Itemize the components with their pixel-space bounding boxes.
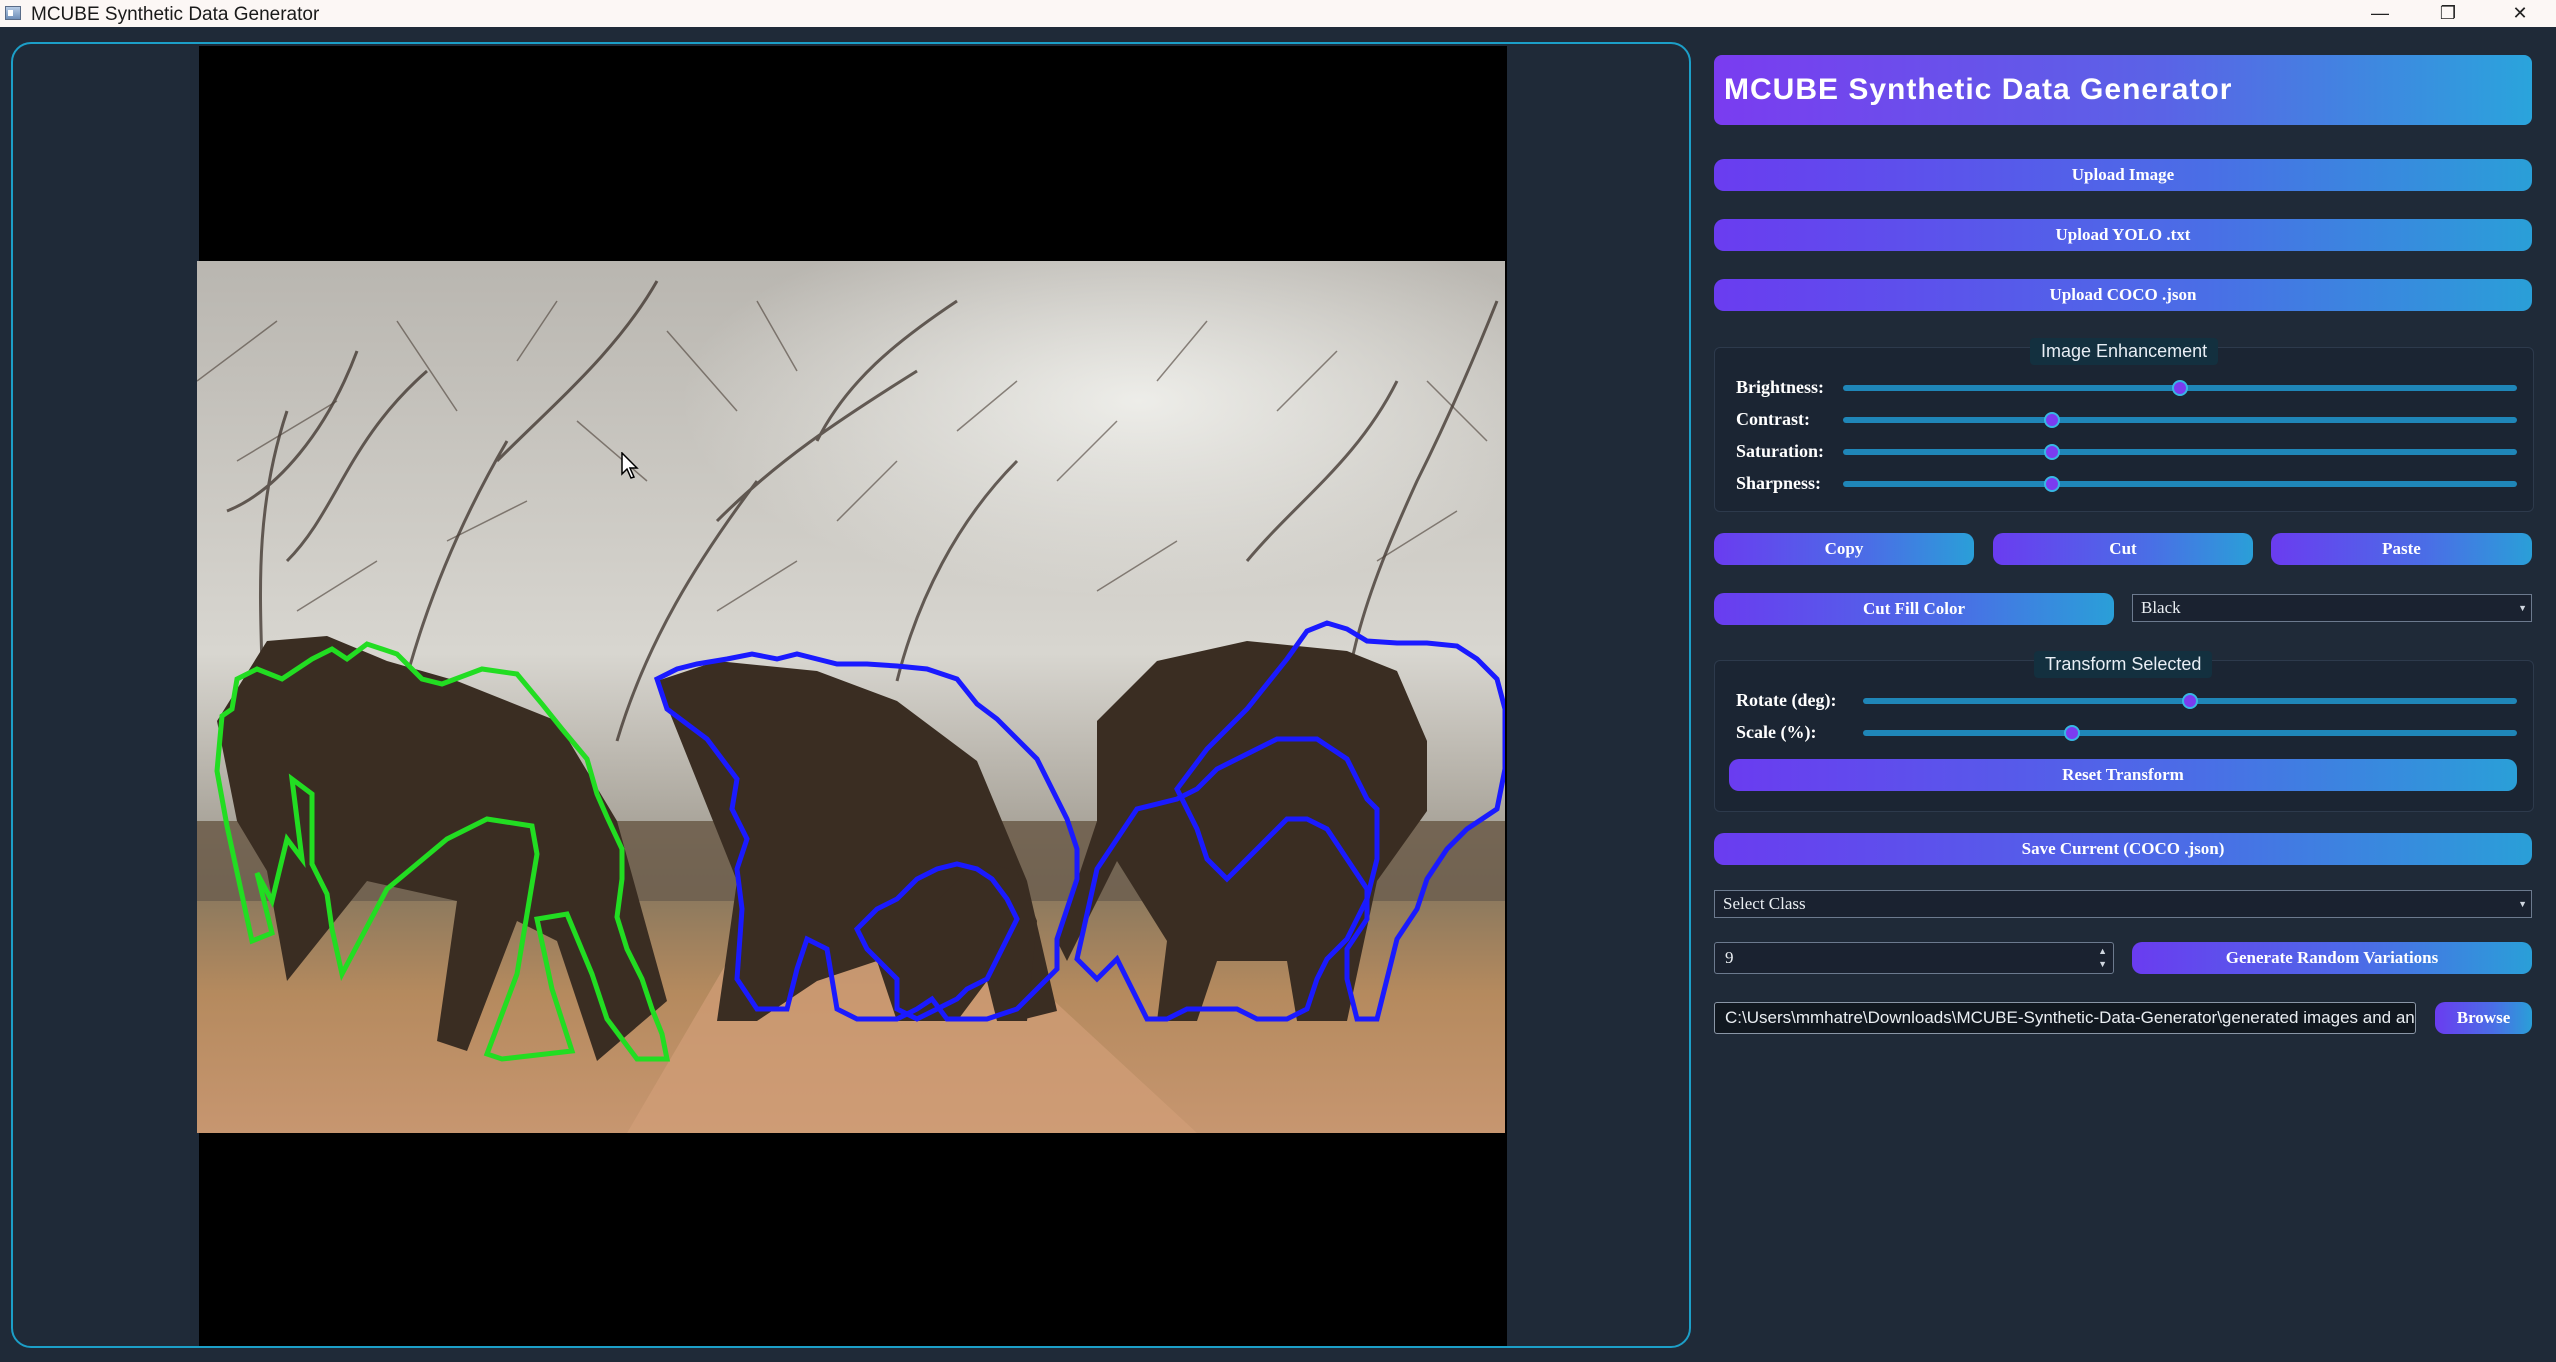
cut-fill-color-button[interactable]: Cut Fill Color bbox=[1714, 593, 2114, 625]
window-title: MCUBE Synthetic Data Generator bbox=[31, 4, 320, 25]
scene-image[interactable] bbox=[197, 261, 1505, 1133]
slider-track[interactable] bbox=[1863, 730, 2517, 736]
variations-count-value: 9 bbox=[1725, 948, 1734, 967]
fill-color-select[interactable]: Black ▼ bbox=[2132, 594, 2532, 622]
header-banner: MCUBE Synthetic Data Generator bbox=[1714, 55, 2532, 125]
slider-handle[interactable] bbox=[2043, 412, 2060, 428]
reset-transform-button[interactable]: Reset Transform bbox=[1729, 759, 2517, 791]
paste-button[interactable]: Paste bbox=[2271, 533, 2532, 565]
minimize-button[interactable]: — bbox=[2345, 0, 2415, 27]
slider-label: Scale (%): bbox=[1736, 722, 1817, 742]
class-select-value: Select Class bbox=[1723, 894, 1806, 913]
header-title: MCUBE Synthetic Data Generator bbox=[1724, 73, 2233, 106]
browse-button[interactable]: Browse bbox=[2435, 1002, 2532, 1034]
image-enhancement-title: Image Enhancement bbox=[2030, 338, 2219, 365]
spin-down-icon[interactable]: ▼ bbox=[2098, 959, 2107, 969]
slider-label: Rotate (deg): bbox=[1736, 690, 1837, 710]
restore-button[interactable]: ❐ bbox=[2413, 0, 2483, 27]
slider-handle[interactable] bbox=[2043, 476, 2060, 492]
slider-label: Brightness: bbox=[1736, 377, 1825, 397]
cut-button[interactable]: Cut bbox=[1993, 533, 2253, 565]
title-bar: MCUBE Synthetic Data Generator — ❐ ✕ bbox=[0, 0, 2556, 27]
slider-label: Saturation: bbox=[1736, 441, 1825, 461]
slider-track[interactable] bbox=[1843, 417, 2517, 423]
slider-track[interactable] bbox=[1843, 481, 2517, 487]
fill-color-value: Black bbox=[2141, 598, 2181, 617]
slider-label: Sharpness: bbox=[1736, 473, 1822, 493]
app-window-icon bbox=[5, 6, 21, 20]
chevron-down-icon: ▼ bbox=[2518, 603, 2527, 613]
upload-coco-button[interactable]: Upload COCO .json bbox=[1714, 279, 2532, 311]
slider-label: Contrast: bbox=[1736, 409, 1810, 429]
slider-handle[interactable] bbox=[2182, 693, 2198, 709]
save-current-button[interactable]: Save Current (COCO .json) bbox=[1714, 833, 2532, 865]
transform-selected-title: Transform Selected bbox=[2034, 651, 2213, 678]
chevron-down-icon: ▼ bbox=[2518, 899, 2527, 909]
slider-track[interactable] bbox=[1843, 449, 2517, 455]
spin-up-icon[interactable]: ▲ bbox=[2098, 946, 2107, 956]
variations-count-spinbox[interactable]: 9 ▲ ▼ bbox=[1714, 942, 2114, 974]
image-enhancement-group: Image Enhancement bbox=[1714, 338, 2534, 512]
upload-image-button[interactable]: Upload Image bbox=[1714, 159, 2532, 191]
slider-handle[interactable] bbox=[2172, 380, 2188, 396]
output-path-field[interactable]: C:\Users\mmhatre\Downloads\MCUBE-Synthet… bbox=[1714, 1002, 2416, 1034]
copy-button[interactable]: Copy bbox=[1714, 533, 1974, 565]
mouse-pointer-icon bbox=[621, 452, 639, 479]
close-button[interactable]: ✕ bbox=[2485, 0, 2555, 27]
slider-handle[interactable] bbox=[2043, 444, 2060, 460]
class-select[interactable]: Select Class ▼ bbox=[1714, 890, 2532, 918]
generate-random-variations-button[interactable]: Generate Random Variations bbox=[2132, 942, 2532, 974]
upload-yolo-button[interactable]: Upload YOLO .txt bbox=[1714, 219, 2532, 251]
